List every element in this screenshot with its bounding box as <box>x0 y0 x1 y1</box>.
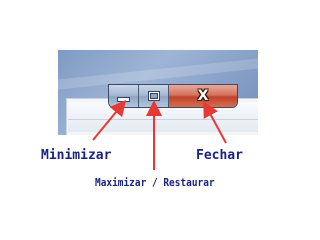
close-label: Fechar <box>196 148 243 163</box>
minimize-arrow <box>92 99 127 141</box>
minimize-label: Minimizar <box>41 148 112 163</box>
annotation-arrows <box>92 99 227 170</box>
close-arrow <box>203 100 227 144</box>
maximize-restore-label: Maximizar / Restaurar <box>95 176 215 189</box>
